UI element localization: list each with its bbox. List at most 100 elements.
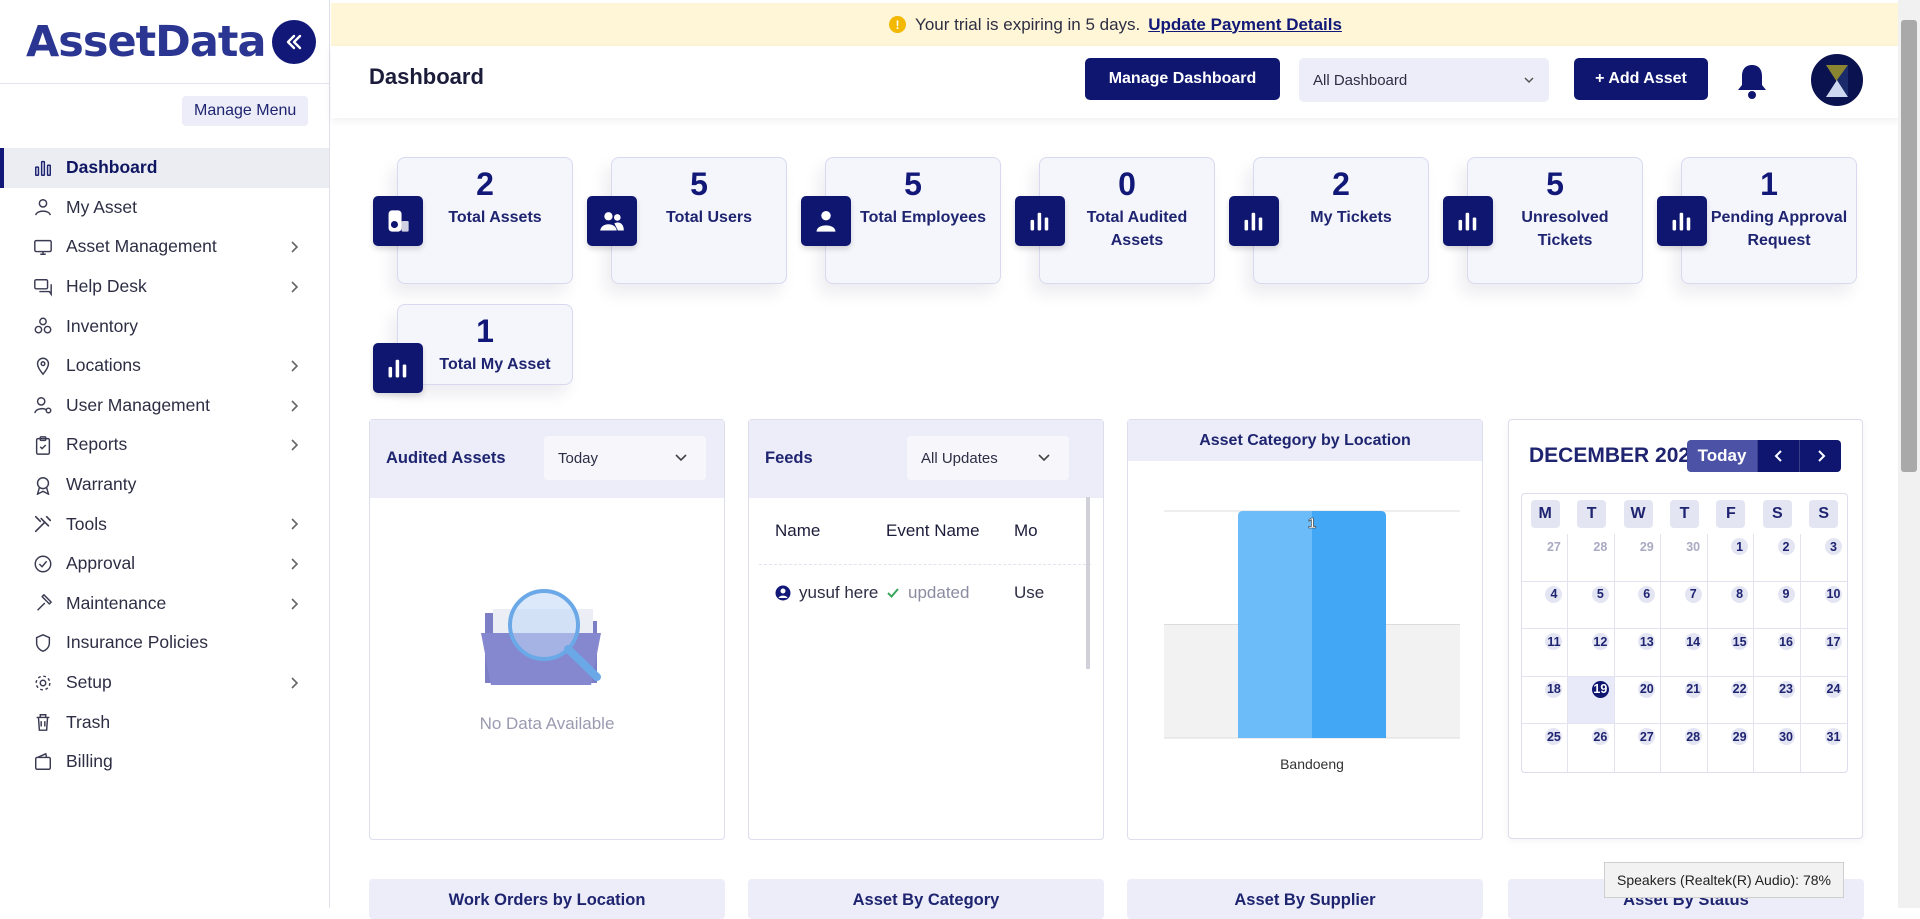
calendar-day-cell[interactable]: 2 (1754, 534, 1801, 582)
manage-dashboard-button[interactable]: Manage Dashboard (1085, 58, 1280, 100)
stat-card-unresolved-tickets[interactable]: 5 Unresolved Tickets (1467, 157, 1643, 284)
app-logo[interactable]: AssetData (26, 17, 266, 67)
calendar-day-cell[interactable]: 20 (1614, 676, 1662, 725)
calendar-day-cell[interactable]: 12 (1568, 629, 1615, 677)
calendar-day-cell[interactable]: 26 (1568, 724, 1615, 772)
calendar-day-cell[interactable]: 1 (1707, 534, 1755, 582)
calendar-day-number: 17 (1824, 633, 1842, 651)
calendar-day-cell[interactable]: 4 (1522, 581, 1569, 630)
page-title: Dashboard (369, 64, 484, 89)
sidebar-item-maintenance[interactable]: Maintenance (0, 584, 329, 624)
calendar-day-cell[interactable]: 16 (1754, 629, 1801, 677)
calendar-day-number: 2 (1777, 538, 1795, 555)
page-scrollbar[interactable] (1898, 0, 1920, 908)
dashboard-select[interactable]: All Dashboard (1299, 58, 1549, 102)
calendar-day-cell[interactable]: 5 (1568, 581, 1615, 630)
calendar-day-cell[interactable]: 14 (1661, 629, 1708, 677)
sidebar-item-reports[interactable]: Reports (0, 425, 329, 465)
sidebar-item-trash[interactable]: Trash (0, 702, 329, 742)
calendar-day-cell[interactable]: 30 (1754, 724, 1801, 772)
collapse-sidebar-button[interactable] (272, 20, 316, 64)
calendar-next-button[interactable] (1799, 440, 1841, 472)
calendar-day-cell[interactable]: 3 (1800, 534, 1847, 582)
calendar-day-cell[interactable]: 28 (1661, 724, 1708, 772)
calendar-day-cell[interactable]: 30 (1661, 534, 1708, 582)
stat-card-total-assets[interactable]: 2 Total Assets (397, 157, 573, 284)
calendar-day-cell[interactable]: 27 (1615, 724, 1662, 772)
sidebar: AssetData Manage Menu Dashboard My Asset A… (0, 0, 330, 908)
sidebar-item-inventory[interactable]: Inventory (0, 306, 329, 346)
stat-card-total-employees[interactable]: 5 Total Employees (825, 157, 1001, 284)
calendar-today-button[interactable]: Today (1687, 440, 1757, 472)
feeds-vertical-scrollbar[interactable] (1086, 497, 1090, 669)
calendar-day-cell[interactable]: 7 (1661, 581, 1708, 630)
calendar-day-cell[interactable]: 27 (1522, 534, 1569, 582)
chart-data-label: 1 (1308, 515, 1316, 532)
calendar-day-cell[interactable]: 29 (1614, 534, 1662, 582)
calendar-day-cell[interactable]: 8 (1707, 581, 1755, 630)
bar-chart-icon[interactable] (373, 343, 423, 393)
calendar-day-number: 21 (1684, 680, 1702, 698)
calendar-day-cell[interactable]: 11 (1522, 629, 1569, 677)
bell-icon[interactable] (1735, 62, 1769, 100)
stat-card-total-audited-assets[interactable]: 0 Total Audited Assets (1039, 157, 1215, 284)
calendar-day-cell[interactable]: 13 (1614, 629, 1662, 677)
update-payment-link[interactable]: Update Payment Details (1148, 15, 1342, 35)
stat-value: 5 (904, 166, 922, 202)
calendar-day-cell[interactable]: 29 (1708, 724, 1755, 772)
sidebar-item-dashboard[interactable]: Dashboard (0, 148, 329, 188)
sidebar-item-help-desk[interactable]: Help Desk (0, 267, 329, 307)
calendar-grid: M T W T F S S 27 28 29 30 1 2 3 4 5 6 7 8 9 10 11 12 13 14 15 16 17… (1521, 493, 1848, 773)
calendar-day-cell[interactable]: 17 (1800, 629, 1847, 677)
calendar-day-number: 7 (1684, 585, 1702, 603)
calendar-day-cell[interactable]: 25 (1522, 724, 1569, 772)
users-icon[interactable] (587, 196, 637, 246)
calendar-weekday: T (1568, 494, 1614, 534)
calendar-day-cell[interactable]: 22 (1707, 676, 1755, 725)
manage-menu-button[interactable]: Manage Menu (182, 96, 309, 126)
sidebar-item-user-management[interactable]: User Management (0, 386, 329, 426)
asset-icon[interactable] (373, 196, 423, 246)
calendar-weekday: F (1708, 494, 1754, 534)
bar-chart-icon[interactable] (1229, 196, 1279, 246)
employee-icon[interactable] (801, 196, 851, 246)
sidebar-item-setup[interactable]: Setup (0, 663, 329, 703)
add-asset-button[interactable]: + Add Asset (1574, 58, 1708, 100)
calendar-day-cell[interactable]: 10 (1800, 582, 1847, 630)
calendar-day-cell[interactable]: 15 (1707, 629, 1755, 677)
calendar-day-cell[interactable]: 6 (1614, 581, 1662, 630)
sidebar-item-my-asset[interactable]: My Asset (0, 188, 329, 228)
bar-chart-icon[interactable] (1657, 196, 1707, 246)
calendar-day-cell[interactable]: 21 (1661, 676, 1708, 725)
user-avatar[interactable] (1811, 54, 1863, 106)
audited-filter-select[interactable]: Today (544, 436, 706, 480)
chart-bar[interactable] (1238, 511, 1386, 738)
stat-card-pending-approval-request[interactable]: 1 Pending Approval Request (1681, 157, 1857, 284)
calendar-day-cell[interactable]: 24 (1800, 677, 1847, 725)
scrollbar-thumb[interactable] (1901, 20, 1917, 472)
stat-card-total-users[interactable]: 5 Total Users (611, 157, 787, 284)
panel-header: Feeds All Updates (749, 420, 1103, 498)
calendar-prev-button[interactable] (1757, 440, 1799, 472)
sidebar-item-label: Locations (66, 355, 141, 376)
calendar-day-cell[interactable]: 28 (1568, 534, 1615, 582)
calendar-day-cell[interactable]: 18 (1522, 676, 1569, 725)
table-row[interactable]: yusuf here updated Use (759, 565, 1091, 621)
calendar-day-cell[interactable]: 31 (1801, 724, 1847, 772)
calendar-day-cell[interactable]: 19 (1568, 676, 1615, 725)
sidebar-item-approval[interactable]: Approval (0, 544, 329, 584)
sidebar-item-locations[interactable]: Locations (0, 346, 329, 386)
stat-card-my-tickets[interactable]: 2 My Tickets (1253, 157, 1429, 284)
bar-chart-icon[interactable] (1443, 196, 1493, 246)
calendar-day-cell[interactable]: 9 (1754, 581, 1801, 630)
sidebar-item-tools[interactable]: Tools (0, 504, 329, 544)
sidebar-item-insurance-policies[interactable]: Insurance Policies (0, 623, 329, 663)
bar-chart-icon[interactable] (1015, 196, 1065, 246)
sidebar-item-asset-management[interactable]: Asset Management (0, 227, 329, 267)
sidebar-item-warranty[interactable]: Warranty (0, 465, 329, 505)
stat-card-total-my-asset[interactable]: 1 Total My Asset (397, 304, 573, 385)
weekday-label: S (1809, 500, 1839, 528)
calendar-day-cell[interactable]: 23 (1754, 676, 1801, 725)
sidebar-item-billing[interactable]: Billing (0, 742, 329, 782)
feeds-filter-select[interactable]: All Updates (907, 436, 1069, 480)
